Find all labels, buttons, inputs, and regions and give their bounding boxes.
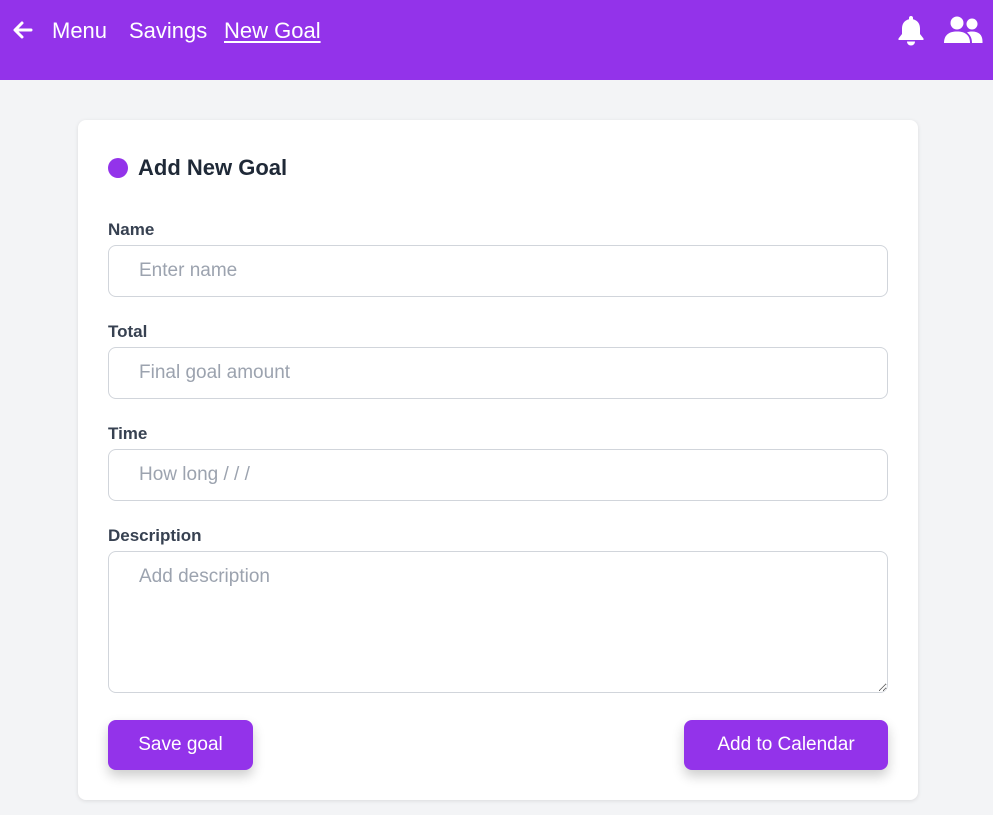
nav-link-savings[interactable]: Savings: [129, 17, 207, 45]
time-input[interactable]: [108, 449, 888, 501]
users-icon[interactable]: [943, 16, 983, 44]
top-bar: Menu Savings New Goal: [0, 0, 993, 80]
description-label: Description: [108, 526, 202, 545]
goal-form-card: Add New Goal Name Total Time Description…: [78, 120, 918, 800]
name-label: Name: [108, 220, 155, 239]
save-goal-button[interactable]: Save goal: [108, 720, 253, 770]
description-textarea[interactable]: [108, 551, 888, 693]
name-input[interactable]: [108, 245, 888, 297]
form-title: Add New Goal: [138, 155, 288, 180]
bell-icon[interactable]: [897, 14, 925, 46]
nav-link-new-goal[interactable]: New Goal: [224, 17, 321, 45]
total-input[interactable]: [108, 347, 888, 399]
title-dot: [108, 158, 128, 178]
add-to-calendar-button[interactable]: Add to Calendar: [684, 720, 888, 770]
total-label: Total: [108, 322, 148, 341]
nav-link-menu[interactable]: Menu: [52, 17, 107, 45]
arrow-left-icon[interactable]: [11, 18, 35, 42]
time-label: Time: [108, 424, 148, 443]
